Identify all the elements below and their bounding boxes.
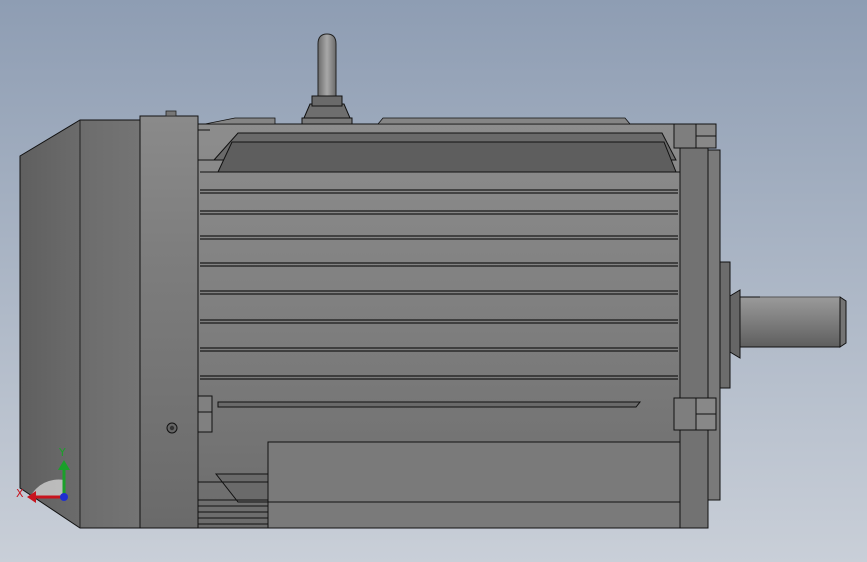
lifting-eye[interactable] xyxy=(301,33,353,125)
end-cap[interactable] xyxy=(139,110,199,529)
cad-viewport[interactable]: Y X xyxy=(0,0,867,562)
z-axis-dot xyxy=(60,493,68,501)
x-axis-label: X xyxy=(16,487,24,500)
output-shaft[interactable] xyxy=(729,289,847,359)
y-axis-label: Y xyxy=(58,446,66,459)
terminal-box[interactable] xyxy=(198,441,691,529)
mounting-lug-left xyxy=(197,395,213,433)
drive-end-flange[interactable] xyxy=(673,123,731,529)
motor-model[interactable]: Y X xyxy=(0,0,867,562)
fan-cowl[interactable] xyxy=(19,119,141,529)
